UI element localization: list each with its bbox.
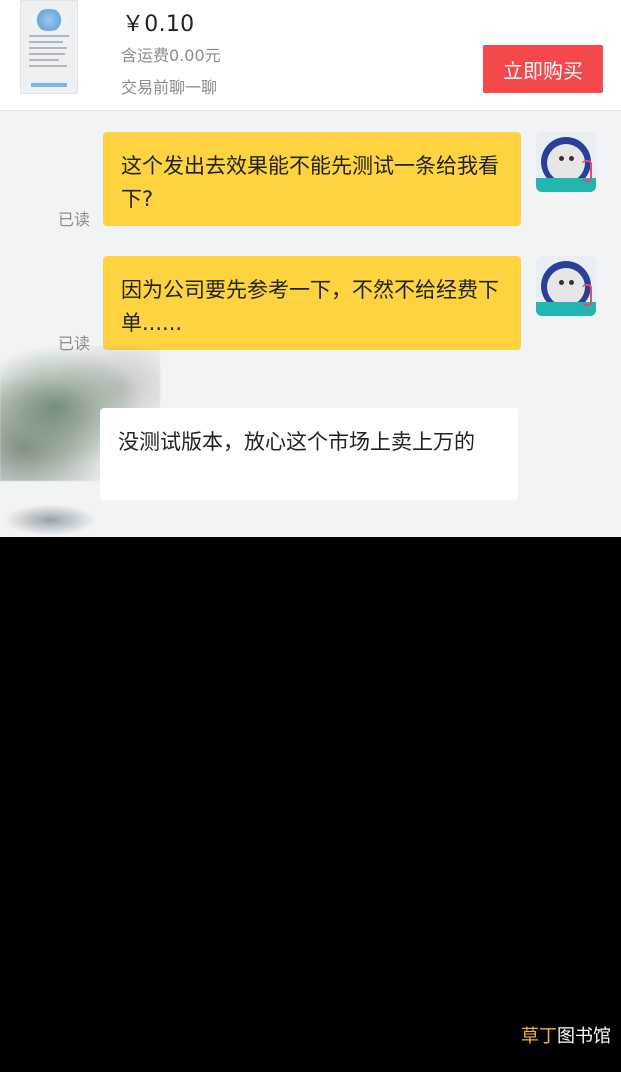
thumbnail-text-line: [29, 41, 63, 43]
black-redacted-area: 草丁 图书馆: [0, 537, 621, 1072]
watermark-part-2: 图书馆: [557, 1026, 611, 1047]
avatar-eye: [559, 156, 564, 161]
cat-astronaut-icon[interactable]: [536, 256, 596, 316]
product-thumbnail[interactable]: [20, 0, 78, 94]
thumbnail-text-line: [29, 35, 69, 37]
blurred-next-avatar: [0, 503, 100, 537]
avatar-face: [547, 268, 585, 306]
avatar-eye: [569, 156, 574, 161]
chat-message-list[interactable]: 已读 这个发出去效果能不能先测试一条给我看下? 已读 因为公司要先参考一下，不然…: [0, 111, 621, 537]
shipping-fee: 含运费0.00元: [121, 46, 221, 65]
thumbnail-text-line: [29, 53, 65, 55]
product-bar: ￥0.10 含运费0.00元 交易前聊一聊 立即购买: [0, 0, 621, 111]
avatar-accent: [582, 160, 592, 182]
thumbnail-text-line: [29, 59, 59, 61]
thumbnail-accent: [31, 83, 67, 87]
cat-astronaut-icon[interactable]: [536, 132, 596, 192]
product-price: ￥0.10: [122, 12, 195, 37]
avatar-accent: [582, 284, 592, 306]
avatar-eye: [569, 280, 574, 285]
read-status: 已读: [58, 210, 91, 229]
buy-now-button[interactable]: 立即购买: [483, 45, 603, 93]
thumbnail-text-line: [29, 65, 67, 67]
chat-page: ￥0.10 含运费0.00元 交易前聊一聊 立即购买 已读 这个发出去效果能不能…: [0, 0, 621, 1072]
thumbnail-graphic: [31, 9, 67, 31]
watermark-part-1: 草丁: [521, 1026, 557, 1047]
message-bubble-outgoing[interactable]: 这个发出去效果能不能先测试一条给我看下?: [103, 132, 521, 226]
message-bubble-incoming[interactable]: 没测试版本，放心这个市场上卖上万的: [100, 408, 518, 500]
avatar-eye: [559, 280, 564, 285]
site-watermark: 草丁 图书馆: [521, 1022, 611, 1048]
thumbnail-text-line: [29, 47, 67, 49]
chat-before-trade: 交易前聊一聊: [121, 78, 218, 97]
avatar-face: [547, 144, 585, 182]
message-bubble-outgoing[interactable]: 因为公司要先参考一下，不然不给经费下单......: [103, 256, 521, 350]
